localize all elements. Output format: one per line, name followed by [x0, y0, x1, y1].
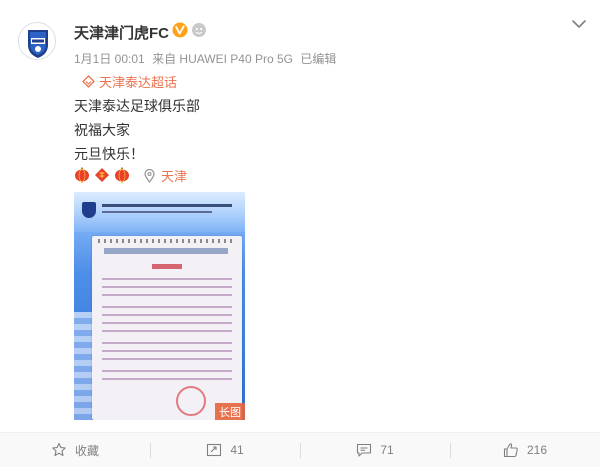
- long-image-badge: 长图: [215, 403, 245, 420]
- chevron-down-icon[interactable]: [571, 18, 587, 30]
- supertopic-label: 天津泰达超话: [99, 74, 178, 90]
- lantern-emoji-icon: [115, 167, 129, 183]
- repost-count: 41: [230, 443, 244, 457]
- repost-button[interactable]: 41: [150, 433, 300, 467]
- thumbs-up-icon: [503, 443, 518, 458]
- comment-count: 71: [380, 443, 394, 457]
- emoji-row: [74, 166, 134, 184]
- club-crest-icon: [19, 23, 55, 59]
- favorite-label: 收藏: [74, 443, 99, 458]
- post-meta: 1月1日 00:01 来自 HUAWEI P40 Pro 5G 已编辑: [74, 50, 340, 67]
- supertopic-link[interactable]: 天津泰达超话: [82, 72, 177, 90]
- like-button[interactable]: 216: [450, 433, 600, 467]
- repost-icon: [207, 443, 222, 457]
- post-text-line-1: 天津泰达足球俱乐部: [74, 98, 200, 114]
- post-source: 来自 HUAWEI P40 Pro 5G: [152, 52, 293, 66]
- post-text-line-2: 祝福大家: [74, 122, 130, 138]
- user-name[interactable]: 天津津门虎FC: [74, 22, 169, 43]
- location-label: 天津: [161, 169, 188, 184]
- fortune-emoji-icon: [95, 168, 109, 182]
- favorite-button[interactable]: 收藏: [0, 433, 150, 467]
- verified-v-icon: [172, 22, 188, 38]
- post-long-image[interactable]: 长图: [74, 192, 245, 420]
- seal-stamp: [176, 386, 206, 416]
- avatar[interactable]: [18, 22, 56, 60]
- post-text-line-3: 元旦快乐！: [74, 146, 144, 162]
- club-logo-icon: [82, 202, 96, 218]
- location-link[interactable]: 天津: [144, 166, 187, 185]
- action-bar: 收藏 41 71 216: [0, 432, 600, 467]
- star-icon: [52, 442, 66, 457]
- lantern-emoji-icon: [75, 167, 89, 183]
- location-pin-icon: [144, 168, 155, 183]
- comment-icon: [357, 443, 372, 457]
- comment-button[interactable]: 71: [300, 433, 450, 467]
- letter-paper: [92, 236, 242, 420]
- edited-label[interactable]: 已编辑: [300, 52, 336, 66]
- member-badge-icon[interactable]: [191, 22, 207, 38]
- image-banner: [74, 192, 245, 232]
- supertopic-diamond-icon: [82, 74, 95, 88]
- weibo-post-card: 天津津门虎FC 1月1日 00:01 来自 HUAWEI P40 Pro 5G …: [0, 0, 600, 467]
- post-date[interactable]: 1月1日 00:01: [74, 52, 145, 66]
- like-count: 216: [526, 443, 548, 457]
